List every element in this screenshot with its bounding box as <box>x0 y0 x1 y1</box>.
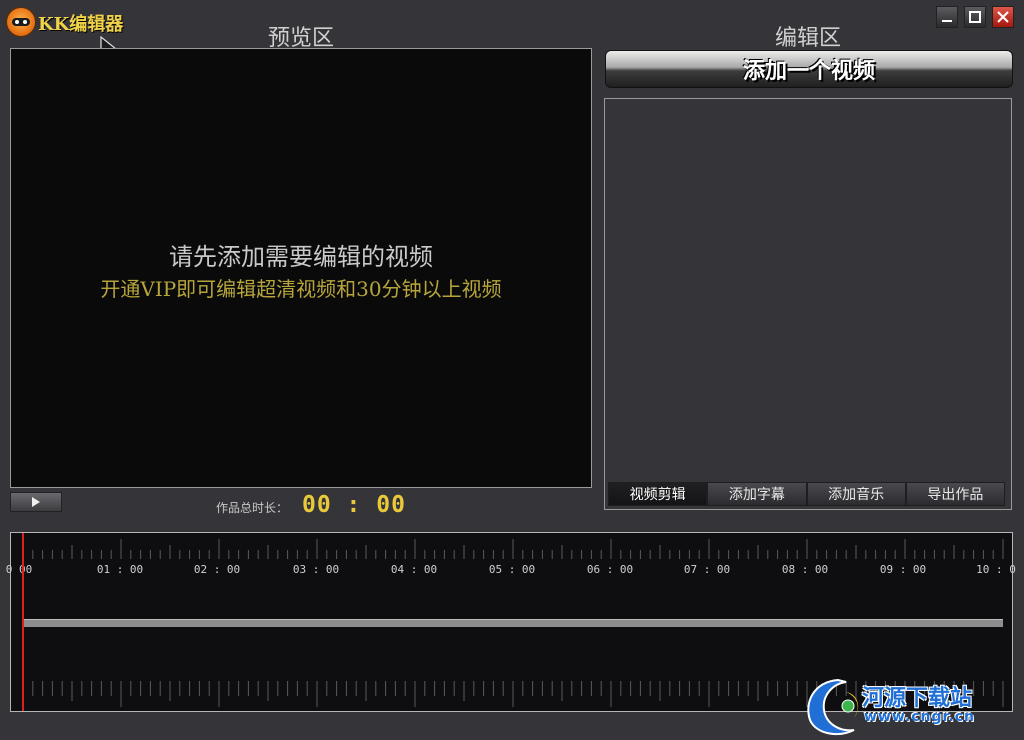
play-icon <box>32 497 40 507</box>
preview-area: 请先添加需要编辑的视频 开通VIP即可编辑超清视频和30分钟以上视频 <box>10 48 592 488</box>
time-label: 02 : 00 <box>193 563 241 576</box>
total-duration-value: 00 : 00 <box>302 492 406 518</box>
total-duration-label: 作品总时长： <box>216 501 289 515</box>
vip-message: 开通VIP即可编辑超清视频和30分钟以上视频 <box>100 277 502 301</box>
tab-add-music[interactable]: 添加音乐 <box>806 482 906 506</box>
time-label: 04 : 00 <box>390 563 438 576</box>
play-button[interactable] <box>10 492 62 512</box>
add-video-button[interactable]: 添加一个视频 <box>605 50 1013 88</box>
time-label: 03 : 00 <box>292 563 340 576</box>
edit-tabs: 视频剪辑 添加字幕 添加音乐 导出作品 <box>608 482 1005 506</box>
timeline-ruler-top <box>22 539 1004 559</box>
watermark-url: www.cngr.cn <box>864 709 976 725</box>
tab-video-cut[interactable]: 视频剪辑 <box>608 482 708 506</box>
time-label: 10 : 0 <box>976 563 1016 576</box>
edit-area <box>604 98 1012 510</box>
time-label: 0 00 <box>5 563 33 576</box>
video-track[interactable] <box>23 619 1003 627</box>
playhead-marker[interactable] <box>22 533 24 711</box>
empty-preview-message: 请先添加需要编辑的视频 <box>169 243 433 271</box>
time-label: 07 : 00 <box>683 563 731 576</box>
time-label: 06 : 00 <box>586 563 634 576</box>
time-label: 05 : 00 <box>488 563 536 576</box>
watermark-text: 河源下载站 <box>862 686 973 711</box>
time-label: 01 : 00 <box>96 563 144 576</box>
time-label: 09 : 00 <box>879 563 927 576</box>
tab-export[interactable]: 导出作品 <box>905 482 1005 506</box>
edit-section-title: 编辑区 <box>774 26 841 51</box>
tab-add-subtitles[interactable]: 添加字幕 <box>707 482 807 506</box>
time-label: 08 : 00 <box>781 563 829 576</box>
